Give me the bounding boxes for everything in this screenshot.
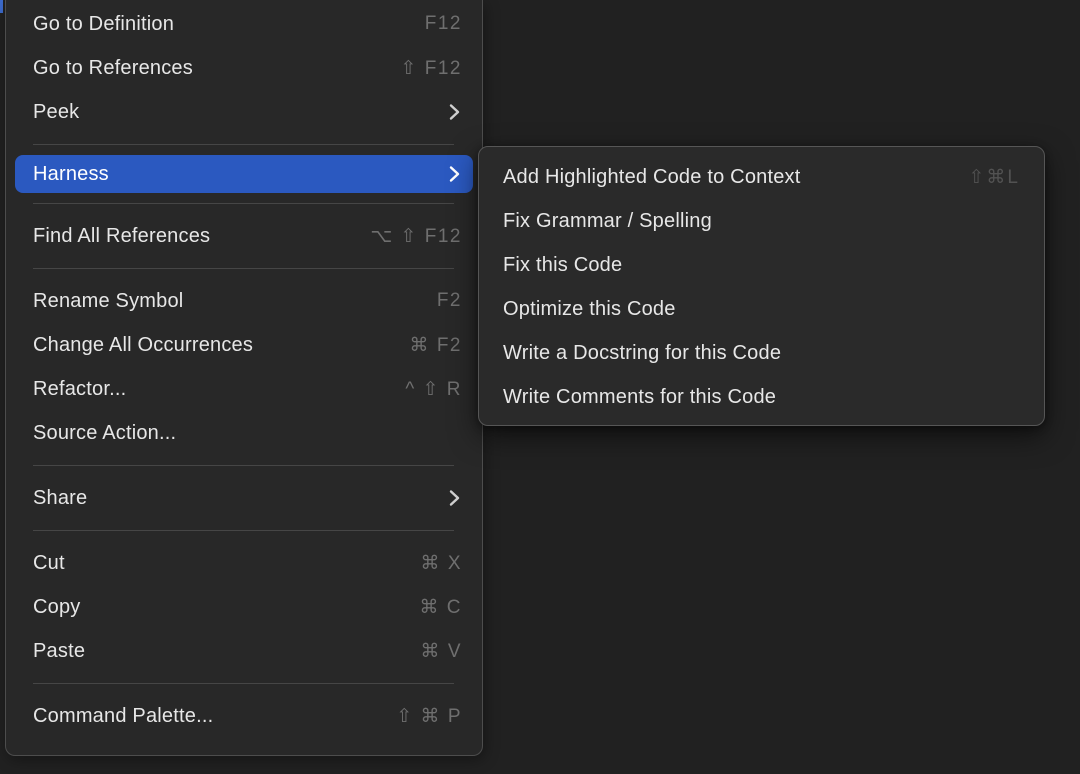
menu-item-paste[interactable]: Paste⌘ V [6,629,482,673]
menu-item-rename-symbol[interactable]: Rename SymbolF2 [6,279,482,323]
menu-item-source-action[interactable]: Source Action... [6,411,482,455]
chevron-right-icon [449,103,460,121]
menu-item-cut[interactable]: Cut⌘ X [6,541,482,585]
menu-separator [33,268,454,269]
menu-item-label: Share [33,487,449,510]
menu-item-label: Refactor... [33,378,405,401]
menu-separator [33,465,454,466]
menu-item-label: Change All Occurrences [33,334,410,357]
menu-item-label: Paste [33,640,421,663]
harness-submenu: Add Highlighted Code to Context⇧⌘L Fix Gr… [478,146,1045,426]
menu-item-command-palette[interactable]: Command Palette...⇧ ⌘ P [6,694,482,738]
menu-separator [33,683,454,684]
chevron-right-icon [449,489,460,507]
menu-separator [33,203,454,204]
shortcut-hint: ⌘ V [421,640,462,663]
menu-item-label: Optimize this Code [503,298,1020,321]
shortcut-hint: ^ ⇧ R [405,378,462,401]
menu-item-label: Fix this Code [503,254,1020,277]
editor-backdrop: Go to DefinitionF12Go to References⇧ F12… [0,0,1080,774]
chevron-right-icon [449,165,460,183]
menu-item-copy[interactable]: Copy⌘ C [6,585,482,629]
shortcut-hint: ⌘ C [420,596,463,619]
shortcut-hint: F12 [425,13,462,35]
submenu-item-write-comments-for-this-code[interactable]: Write Comments for this Code [479,375,1044,419]
menu-item-label: Add Highlighted Code to Context [503,166,969,189]
menu-item-refactor[interactable]: Refactor...^ ⇧ R [6,367,482,411]
submenu-item-add-highlighted-code-to-context[interactable]: Add Highlighted Code to Context⇧⌘L [479,155,1044,199]
menu-item-label: Go to References [33,57,401,80]
menu-item-label: Go to Definition [33,13,425,36]
menu-separator [33,144,454,145]
menu-item-harness[interactable]: Harness [15,155,473,193]
shortcut-hint: ⌥ ⇧ F12 [370,225,462,248]
submenu-item-fix-this-code[interactable]: Fix this Code [479,243,1044,287]
menu-item-label: Write a Docstring for this Code [503,342,1020,365]
shortcut-hint: ⇧ ⌘ P [396,705,462,728]
menu-item-label: Rename Symbol [33,290,437,313]
menu-item-change-all-occurrences[interactable]: Change All Occurrences⌘ F2 [6,323,482,367]
menu-item-share[interactable]: Share [6,476,482,520]
shortcut-hint: ⇧ F12 [401,57,462,80]
submenu-item-fix-grammar-spelling[interactable]: Fix Grammar / Spelling [479,199,1044,243]
menu-item-label: Cut [33,552,421,575]
editor-context-menu: Go to DefinitionF12Go to References⇧ F12… [5,0,483,756]
menu-item-peek[interactable]: Peek [6,90,482,134]
submenu-item-optimize-this-code[interactable]: Optimize this Code [479,287,1044,331]
shortcut-hint: ⌘ X [421,552,462,575]
menu-item-find-all-references[interactable]: Find All References⌥ ⇧ F12 [6,214,482,258]
menu-item-label: Harness [33,163,449,186]
menu-separator [33,530,454,531]
menu-item-label: Find All References [33,225,370,248]
menu-item-label: Source Action... [33,422,462,445]
menu-item-label: Copy [33,596,420,619]
menu-item-label: Write Comments for this Code [503,386,1020,409]
menu-item-label: Command Palette... [33,705,396,728]
submenu-item-write-a-docstring-for-this-code[interactable]: Write a Docstring for this Code [479,331,1044,375]
menu-item-go-to-definition[interactable]: Go to DefinitionF12 [6,2,482,46]
shortcut-hint: ⌘ F2 [410,334,462,357]
menu-item-label: Peek [33,101,449,124]
shortcut-hint: ⇧⌘L [969,166,1021,189]
background-artifact [0,0,3,13]
menu-item-go-to-references[interactable]: Go to References⇧ F12 [6,46,482,90]
shortcut-hint: F2 [437,290,462,312]
menu-item-label: Fix Grammar / Spelling [503,210,1020,233]
